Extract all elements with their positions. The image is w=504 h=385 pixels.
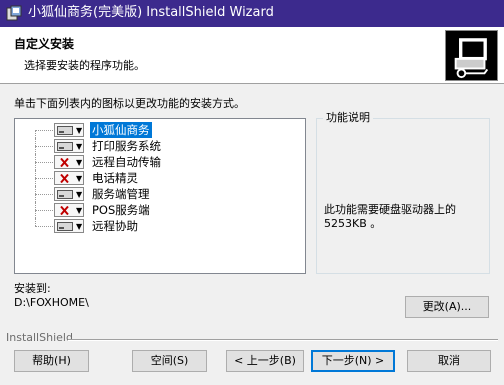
space-button[interactable]: 空间(S) [132,350,207,372]
tree-item-label: 远程协助 [92,219,138,233]
installer-app-icon [6,5,22,21]
window-title: 小狐仙商务(完美版) InstallShield Wizard [28,5,274,20]
chevron-down-icon: ▼ [76,222,83,231]
install-state-dropdown[interactable]: ▼ [54,155,84,169]
instruction-text: 单击下面列表内的图标以更改功能的安装方式。 [14,97,245,110]
tree-item-label: 打印服务系统 [92,139,161,153]
tree-item-pos-server[interactable]: ▼ POS服务端 [15,202,305,218]
tree-item-phone-assistant[interactable]: ▼ 电话精灵 [15,170,305,186]
back-button[interactable]: < 上一步(B) [226,350,304,372]
install-state-dropdown[interactable]: ▼ [54,123,84,137]
tree-item-remote-transfer[interactable]: ▼ 远程自动传输 [15,154,305,170]
tree-item-label: POS服务端 [92,203,150,217]
feature-description-text: 此功能需要硬盘驱动器上的 5253KB 。 [324,203,456,230]
chevron-down-icon: ▼ [76,158,83,167]
install-state-dropdown[interactable]: ▼ [54,219,84,233]
chevron-down-icon: ▼ [76,174,83,183]
hard-drive-icon [57,190,73,199]
chevron-down-icon: ▼ [76,142,83,151]
computer-banner-icon [445,30,498,81]
tree-item-label: 服务端管理 [92,187,150,201]
tree-item-label: 远程自动传输 [92,155,161,169]
cancel-button[interactable]: 取消 [407,350,491,372]
chevron-down-icon: ▼ [76,126,83,135]
feature-description-group: 功能说明 此功能需要硬盘驱动器上的 5253KB 。 [316,111,490,274]
install-state-dropdown[interactable]: ▼ [54,139,84,153]
tree-item-foxbusiness[interactable]: ▼ 小狐仙商务 [15,122,305,138]
help-button[interactable]: 帮助(H) [14,350,89,372]
tree-item-server-management[interactable]: ▼ 服务端管理 [15,186,305,202]
hard-drive-icon [57,142,73,151]
page-title: 自定义安装 [14,37,75,51]
install-state-dropdown[interactable]: ▼ [54,187,84,201]
title-bar: 小狐仙商务(完美版) InstallShield Wizard [0,0,504,27]
install-to-label: 安装到: [14,282,51,295]
chevron-down-icon: ▼ [76,206,83,215]
tree-item-remote-assist[interactable]: ▼ 远程协助 [15,218,305,234]
next-button[interactable]: 下一步(N) > [311,350,395,372]
install-state-dropdown[interactable]: ▼ [54,171,84,185]
installshield-brand: InstallShield [6,331,73,344]
feature-tree[interactable]: ▼ 小狐仙商务 ▼ 打印服务系统 ▼ 远程自动传输 ▼ 电话精灵 ▼ 服务端管理… [14,118,306,274]
tree-item-print-service[interactable]: ▼ 打印服务系统 [15,138,305,154]
hard-drive-icon [57,126,73,135]
change-button[interactable]: 更改(A)... [405,296,489,318]
tree-item-label: 电话精灵 [92,171,138,185]
wizard-header: 自定义安装 选择要安装的程序功能。 [0,27,504,84]
tree-item-label: 小狐仙商务 [90,122,152,138]
hard-drive-icon [57,222,73,231]
unavailable-x-icon [60,206,69,215]
unavailable-x-icon [60,158,69,167]
install-state-dropdown[interactable]: ▼ [54,203,84,217]
footer-divider [68,339,498,341]
install-path: D:\FOXHOME\ [14,296,89,309]
unavailable-x-icon [60,174,69,183]
chevron-down-icon: ▼ [76,190,83,199]
page-subtitle: 选择要安装的程序功能。 [24,59,145,72]
feature-description-legend: 功能说明 [323,111,373,125]
